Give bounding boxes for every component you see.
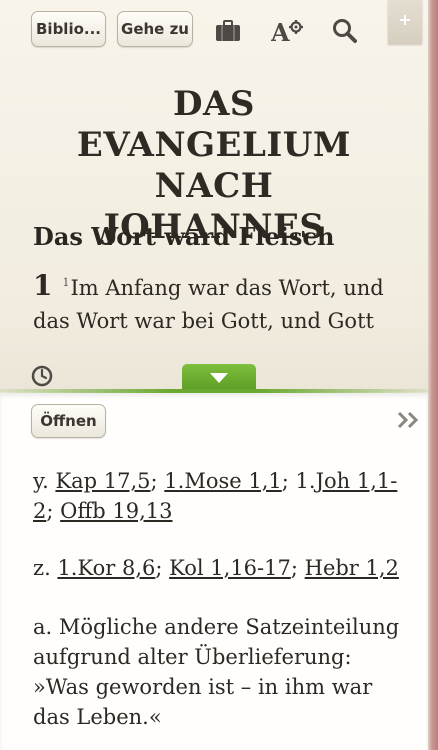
ref-link[interactable]: Hebr 1,2 [305, 556, 399, 580]
bible-text-pane[interactable]: Biblio... Gehe zu A + DAS EVANGELIUM NAC… [0, 0, 428, 392]
library-button[interactable]: Biblio... [31, 11, 106, 47]
notes-pane[interactable]: Öffnen y. Kap 17,5; 1.Mose 1,1; 1.Joh 1,… [0, 393, 428, 750]
ref-link[interactable]: 1.Mose 1,1 [164, 469, 281, 493]
history-clock-icon[interactable] [31, 365, 53, 387]
note-z: z. 1.Kor 8,6; Kol 1,16-17; Hebr 1,2 [33, 556, 399, 580]
ref-link[interactable]: 1.Kor 8,6 [57, 556, 155, 580]
chapter-number: 1 [33, 269, 53, 302]
note-marker: z. [33, 556, 51, 580]
page-edge [428, 0, 438, 750]
goto-button[interactable]: Gehe zu [117, 11, 193, 47]
svg-text:A: A [271, 18, 290, 44]
ref-link[interactable]: Offb 19,13 [60, 499, 172, 523]
briefcase-icon[interactable] [211, 14, 245, 48]
verse-number: 1 [62, 276, 70, 289]
toolbar: Biblio... Gehe zu A + [0, 0, 428, 62]
note-y: y. Kap 17,5; 1.Mose 1,1; 1.Joh 1,1-2; Of… [33, 469, 398, 523]
notes-toggle-handle[interactable] [182, 364, 256, 392]
section-heading: Das Wort ward Fleisch [33, 222, 335, 251]
chevron-down-icon [210, 373, 228, 383]
reader-page: Biblio... Gehe zu A + DAS EVANGELIUM NAC… [0, 0, 438, 750]
add-bookmark-tab[interactable]: + [388, 0, 422, 44]
note-a: a. Mögliche andere Satzeinteilung aufgru… [33, 615, 400, 729]
ref-link[interactable]: Kol 1,16-17 [169, 556, 291, 580]
text-settings-icon[interactable]: A [270, 14, 304, 48]
verse-content: Im Anfang war das Wort, und das Wort war… [33, 276, 384, 333]
search-icon[interactable] [328, 14, 362, 48]
plus-icon: + [398, 10, 412, 29]
ref-link[interactable]: Kap 17,5 [55, 469, 150, 493]
open-notes-button[interactable]: Öffnen [31, 404, 106, 438]
verse-text[interactable]: 1 1Im Anfang war das Wort, und das Wort w… [33, 266, 413, 338]
note-marker: y. [33, 469, 49, 493]
forward-icon[interactable] [396, 409, 422, 431]
